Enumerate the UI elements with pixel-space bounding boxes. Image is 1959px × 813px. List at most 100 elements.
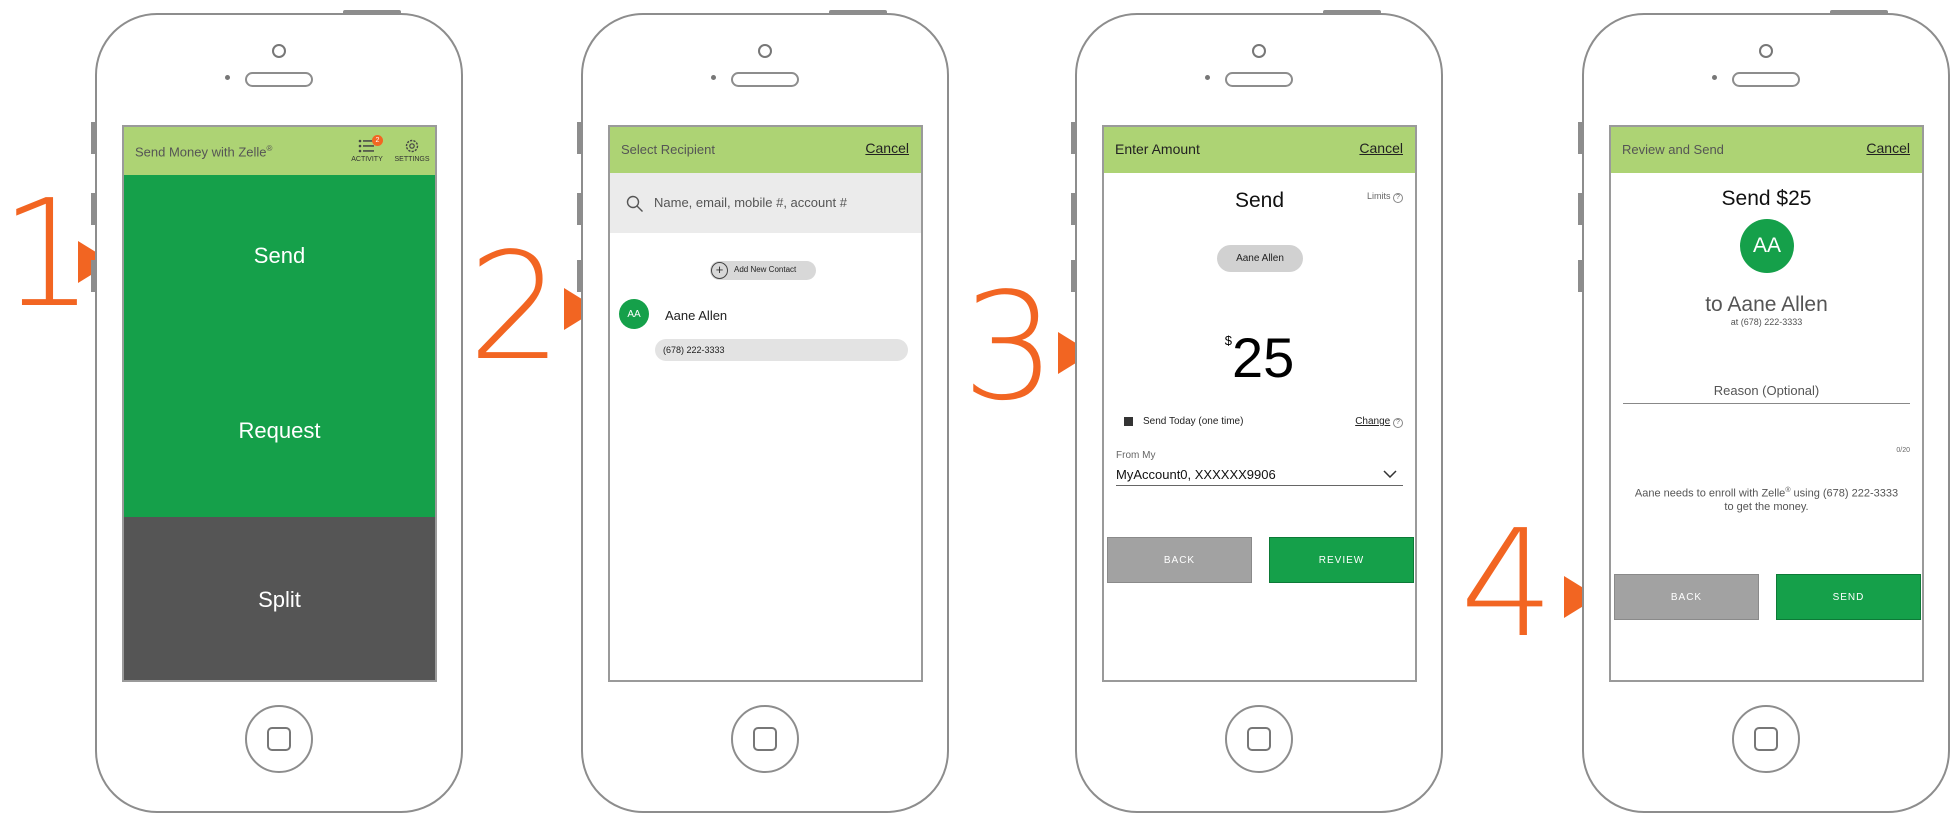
sensor-dot bbox=[1205, 75, 1210, 80]
page-title: Select Recipient bbox=[621, 142, 715, 157]
sensor-dot bbox=[225, 75, 230, 80]
screen-review-send: Review and Send Cancel Send $25 AA to Aa… bbox=[1609, 125, 1924, 682]
recipient-avatar: AA bbox=[1740, 219, 1794, 273]
home-button[interactable] bbox=[731, 705, 799, 773]
page-title: Enter Amount bbox=[1115, 141, 1200, 157]
limits-link[interactable]: Limits ? bbox=[1367, 191, 1403, 203]
calendar-icon bbox=[1124, 417, 1133, 426]
character-counter: 0/20 bbox=[1896, 447, 1910, 454]
help-icon: ? bbox=[1393, 418, 1403, 428]
amount-display[interactable]: $25 bbox=[1104, 325, 1415, 390]
app-header: Select Recipient Cancel bbox=[610, 127, 921, 173]
send-tile-label: Send bbox=[253, 243, 306, 268]
account-value: MyAccount0, XXXXXX9906 bbox=[1116, 467, 1276, 482]
contact-row[interactable]: AA Aane Allen bbox=[610, 297, 921, 333]
contact-avatar: AA bbox=[619, 299, 649, 329]
request-tile[interactable]: Request bbox=[124, 345, 435, 517]
request-tile-label: Request bbox=[238, 418, 321, 443]
help-icon: ? bbox=[1393, 193, 1403, 203]
home-square-icon bbox=[1247, 727, 1271, 751]
schedule-row: Send Today (one time) Change ? bbox=[1116, 415, 1403, 431]
home-button[interactable] bbox=[245, 705, 313, 773]
speaker-grille bbox=[731, 72, 799, 87]
phone-1: Send Money with Zelle® 2 ACTIVITY SETTIN… bbox=[91, 10, 463, 813]
power-button bbox=[1830, 10, 1888, 15]
back-button[interactable]: BACK bbox=[1107, 537, 1252, 583]
contact-phone: (678) 222-3333 bbox=[663, 345, 725, 355]
home-square-icon bbox=[267, 727, 291, 751]
cancel-link[interactable]: Cancel bbox=[1866, 140, 1910, 156]
recipient-phone: at (678) 222-3333 bbox=[1730, 317, 1803, 327]
search-bar[interactable]: Name, email, mobile #, account # bbox=[610, 173, 921, 233]
camera-icon bbox=[758, 44, 772, 58]
limits-label: Limits bbox=[1366, 191, 1391, 201]
power-button bbox=[829, 10, 887, 15]
phone-3: Enter Amount Cancel Send Limits ? Aane A… bbox=[1071, 10, 1443, 813]
phone-2: Select Recipient Cancel Name, email, mob… bbox=[577, 10, 949, 813]
add-new-contact-label: Add New Contact bbox=[734, 265, 797, 274]
reason-placeholder: Reason (Optional) bbox=[1713, 383, 1820, 398]
page-title: Review and Send bbox=[1622, 142, 1724, 157]
recipient-name: to Aane Allen bbox=[1705, 293, 1828, 316]
mute-switch bbox=[1578, 122, 1583, 154]
step-number-4: 4 bbox=[1460, 498, 1555, 670]
account-select[interactable]: MyAccount0, XXXXXX9906 bbox=[1116, 463, 1403, 486]
add-new-contact-button[interactable]: + Add New Contact bbox=[710, 261, 816, 280]
search-input[interactable]: Name, email, mobile #, account # bbox=[654, 195, 847, 210]
cancel-link[interactable]: Cancel bbox=[865, 140, 909, 156]
volume-up-button bbox=[577, 193, 582, 225]
page-title: Send Money with Zelle® bbox=[135, 144, 272, 159]
settings-button[interactable]: SETTINGS bbox=[392, 138, 432, 163]
activity-button[interactable]: 2 ACTIVITY bbox=[350, 135, 384, 163]
gear-icon bbox=[405, 139, 419, 153]
power-button bbox=[1323, 10, 1381, 15]
send-amount-heading: Send $25 bbox=[1721, 187, 1812, 210]
split-tile[interactable]: Split bbox=[124, 517, 435, 680]
screen-enter-amount: Enter Amount Cancel Send Limits ? Aane A… bbox=[1102, 125, 1417, 682]
reason-input[interactable]: Reason (Optional) bbox=[1623, 377, 1910, 404]
send-button[interactable]: SEND bbox=[1776, 574, 1921, 620]
from-label: From My bbox=[1116, 450, 1156, 461]
screen-home: Send Money with Zelle® 2 ACTIVITY SETTIN… bbox=[122, 125, 437, 682]
change-link[interactable]: Change ? bbox=[1355, 416, 1403, 428]
power-button bbox=[343, 10, 401, 15]
activity-badge: 2 bbox=[372, 135, 383, 146]
mute-switch bbox=[577, 122, 582, 154]
volume-up-button bbox=[1578, 193, 1583, 225]
volume-down-button bbox=[1071, 260, 1076, 292]
amount-value: 25 bbox=[1231, 326, 1295, 389]
registered-mark: ® bbox=[266, 144, 273, 153]
settings-label: SETTINGS bbox=[394, 156, 430, 163]
step-number-3: 3 bbox=[962, 261, 1057, 433]
camera-icon bbox=[272, 44, 286, 58]
volume-up-button bbox=[1071, 193, 1076, 225]
home-square-icon bbox=[753, 727, 777, 751]
home-button[interactable] bbox=[1732, 705, 1800, 773]
speaker-grille bbox=[245, 72, 313, 87]
contact-name: Aane Allen bbox=[665, 308, 728, 323]
speaker-grille bbox=[1225, 72, 1293, 87]
app-header: Send Money with Zelle® 2 ACTIVITY SETTIN… bbox=[124, 127, 435, 175]
sensor-dot bbox=[1712, 75, 1717, 80]
currency-symbol: $ bbox=[1224, 333, 1232, 348]
volume-down-button bbox=[577, 260, 582, 292]
send-tile[interactable]: Send bbox=[124, 175, 435, 345]
contact-phone-chip[interactable]: (678) 222-3333 bbox=[655, 339, 908, 361]
split-tile-label: Split bbox=[258, 587, 301, 612]
cancel-link[interactable]: Cancel bbox=[1359, 140, 1403, 156]
camera-icon bbox=[1759, 44, 1773, 58]
add-circle-icon: + bbox=[711, 262, 728, 279]
app-header: Review and Send Cancel bbox=[1611, 127, 1922, 173]
screen-select-recipient: Select Recipient Cancel Name, email, mob… bbox=[608, 125, 923, 682]
review-button[interactable]: REVIEW bbox=[1269, 537, 1414, 583]
phone-4: Review and Send Cancel Send $25 AA to Aa… bbox=[1578, 10, 1950, 813]
home-square-icon bbox=[1754, 727, 1778, 751]
speaker-grille bbox=[1732, 72, 1800, 87]
change-label: Change bbox=[1355, 416, 1391, 427]
camera-icon bbox=[1252, 44, 1266, 58]
home-button[interactable] bbox=[1225, 705, 1293, 773]
app-header: Enter Amount Cancel bbox=[1104, 127, 1415, 173]
back-button[interactable]: BACK bbox=[1614, 574, 1759, 620]
recipient-chip[interactable]: Aane Allen bbox=[1217, 245, 1303, 272]
mute-switch bbox=[91, 122, 96, 154]
